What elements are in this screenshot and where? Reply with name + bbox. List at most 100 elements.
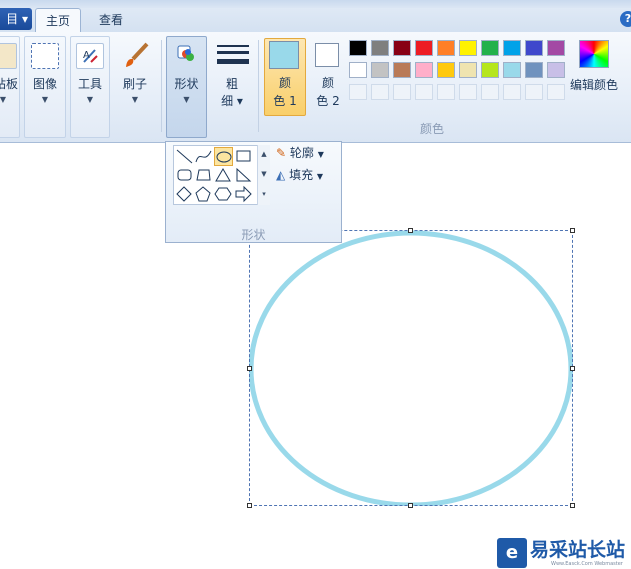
size-button[interactable]: 粗 细 ▾ xyxy=(210,36,254,138)
pentagon-shape-icon[interactable] xyxy=(194,185,213,204)
help-icon[interactable]: ? xyxy=(620,11,631,27)
select-icon xyxy=(31,43,59,69)
image-button[interactable]: 图像 ▼ xyxy=(24,36,66,138)
color1-label-1: 颜 xyxy=(278,76,291,90)
color-swatch[interactable] xyxy=(415,40,433,56)
chevron-down-icon: ▼ xyxy=(317,150,324,159)
empty-color-swatch[interactable] xyxy=(547,84,565,100)
tools-button[interactable]: A 工具 ▼ xyxy=(70,36,110,138)
color-swatch[interactable] xyxy=(459,40,477,56)
fill-label: 填充 xyxy=(289,168,314,182)
edit-colors-icon[interactable] xyxy=(579,40,609,68)
color-swatch[interactable] xyxy=(547,62,565,78)
rectangle-shape-icon[interactable] xyxy=(234,147,253,166)
color-swatch[interactable] xyxy=(371,62,389,78)
file-menu-label: 目 xyxy=(6,12,19,26)
shape-gallery xyxy=(173,145,269,205)
color2-label-1: 颜 xyxy=(321,76,334,90)
tools-icon: A xyxy=(76,43,104,69)
polygon-shape-icon[interactable] xyxy=(194,166,213,185)
tab-home[interactable]: 主页 xyxy=(35,8,81,33)
empty-color-swatch[interactable] xyxy=(349,84,367,100)
size-line-medium xyxy=(217,51,249,54)
color-swatch[interactable] xyxy=(393,40,411,56)
outline-label: 轮廓 xyxy=(289,146,314,160)
brushes-label: 刷子 xyxy=(122,77,147,91)
diamond-shape-icon[interactable] xyxy=(175,185,194,204)
empty-color-swatch[interactable] xyxy=(525,84,543,100)
selection-box[interactable] xyxy=(249,230,573,506)
resize-handle-n[interactable] xyxy=(408,228,413,233)
edit-colors-label[interactable]: 编辑颜色 xyxy=(570,76,618,93)
watermark-subtext: Www.Easck.Com Webmaster xyxy=(551,561,623,567)
color-swatch[interactable] xyxy=(437,62,455,78)
shapes-icon xyxy=(175,43,199,67)
svg-text:A: A xyxy=(83,50,90,61)
chevron-down-icon: ▼ xyxy=(131,95,139,104)
color-swatch[interactable] xyxy=(525,40,543,56)
resize-handle-w[interactable] xyxy=(247,366,252,371)
empty-color-swatch[interactable] xyxy=(371,84,389,100)
scroll-up-icon[interactable]: ▲ xyxy=(258,145,270,164)
curve-shape-icon[interactable] xyxy=(194,147,213,166)
chevron-down-icon: ▼ xyxy=(183,95,190,104)
image-label: 图像 xyxy=(32,77,57,91)
triangle-shape-icon[interactable] xyxy=(214,166,233,185)
color-swatch[interactable] xyxy=(525,62,543,78)
color2-swatch xyxy=(315,43,339,67)
shapes-button[interactable]: 形状 ▼ xyxy=(166,36,207,138)
color-palette xyxy=(349,40,569,104)
size-label-2-wrap: 细 ▾ xyxy=(221,94,243,108)
right-triangle-shape-icon[interactable] xyxy=(234,166,253,185)
color-swatch[interactable] xyxy=(503,40,521,56)
chevron-down-icon: ▼ xyxy=(316,172,324,181)
right-arrow-shape-icon[interactable] xyxy=(234,185,253,204)
color-swatch[interactable] xyxy=(481,62,499,78)
resize-handle-se[interactable] xyxy=(570,503,575,508)
colors-group-label: 颜色 xyxy=(420,122,445,136)
resize-handle-ne[interactable] xyxy=(570,228,575,233)
empty-color-swatch[interactable] xyxy=(481,84,499,100)
clipboard-icon xyxy=(0,43,17,69)
size-line-thin xyxy=(217,45,249,47)
color-swatch[interactable] xyxy=(437,40,455,56)
chevron-down-icon: ▼ xyxy=(41,95,49,104)
scroll-down-icon[interactable]: ▼ xyxy=(258,165,270,184)
empty-color-swatch[interactable] xyxy=(415,84,433,100)
line-shape-icon[interactable] xyxy=(175,147,194,166)
resize-handle-e[interactable] xyxy=(570,366,575,371)
color-swatch[interactable] xyxy=(415,62,433,78)
empty-color-swatch[interactable] xyxy=(503,84,521,100)
empty-color-swatch[interactable] xyxy=(437,84,455,100)
color-swatch[interactable] xyxy=(503,62,521,78)
watermark-logo: e xyxy=(497,538,527,568)
empty-color-swatch[interactable] xyxy=(393,84,411,100)
brushes-button[interactable]: 刷子 ▼ xyxy=(114,36,156,138)
gallery-scrollbar[interactable]: ▲ ▼ ▾ xyxy=(257,145,270,205)
resize-handle-sw[interactable] xyxy=(247,503,252,508)
color-swatch[interactable] xyxy=(349,62,367,78)
shapes-dropdown-title: 形状 xyxy=(241,228,266,242)
color-swatch[interactable] xyxy=(481,40,499,56)
shapes-label: 形状 xyxy=(174,77,199,91)
fill-button[interactable]: ◭ 填充 ▼ xyxy=(276,167,323,183)
color-swatch[interactable] xyxy=(371,40,389,56)
color1-label-2: 色 1 xyxy=(273,94,297,108)
tab-view[interactable]: 查看 xyxy=(88,8,134,33)
separator xyxy=(258,40,259,132)
color-swatch[interactable] xyxy=(547,40,565,56)
brush-icon xyxy=(121,41,151,71)
clipboard-button[interactable]: 站板 ▼ xyxy=(0,36,20,138)
resize-handle-s[interactable] xyxy=(408,503,413,508)
gallery-expand-icon[interactable]: ▾ xyxy=(258,185,270,204)
outline-button[interactable]: ✎ 轮廓 ▼ xyxy=(276,145,324,161)
color-swatch[interactable] xyxy=(459,62,477,78)
color2-label-2: 色 2 xyxy=(316,94,340,108)
hexagon-shape-icon[interactable] xyxy=(214,185,233,204)
empty-color-swatch[interactable] xyxy=(459,84,477,100)
oval-shape-icon[interactable] xyxy=(214,147,233,166)
color-swatch[interactable] xyxy=(349,40,367,56)
file-menu-button[interactable]: 目 ▾ xyxy=(0,8,32,30)
color-swatch[interactable] xyxy=(393,62,411,78)
rounded-rectangle-shape-icon[interactable] xyxy=(175,166,194,185)
